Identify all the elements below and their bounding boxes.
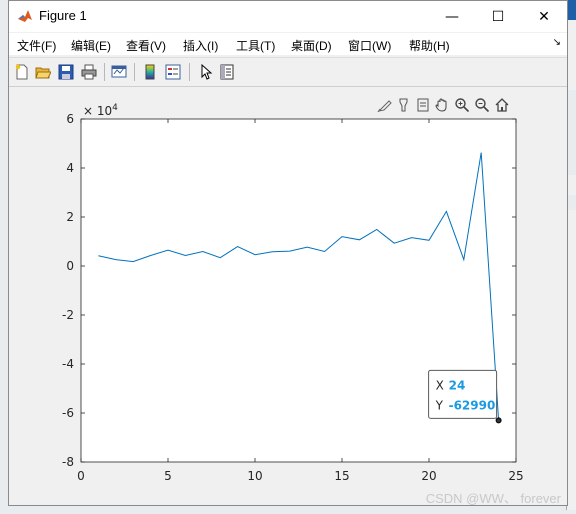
datatip-y-label: Y [435,398,444,412]
y-tick-label: -2 [62,308,74,322]
watermark-text: CSDN @WW、 forever [425,491,561,506]
datatip-y-value: -62990 [449,398,496,412]
y-tick-label: 4 [66,161,74,175]
y-exponent-label: × 104 [83,103,118,118]
x-tick-label: 0 [77,469,85,483]
y-tick-label: 6 [66,112,74,126]
y-tick-label: 0 [66,259,74,273]
datatip-x-label: X [436,378,444,392]
figure-window: Figure 1 — ☐ ✕ 文件(F) 编辑(E) 查看(V) 插入(I) 工… [8,0,568,506]
datatip-box[interactable]: X 24 Y -62990 [428,369,498,419]
y-tick-label: -6 [62,406,74,420]
y-tick-label: -4 [62,357,74,371]
y-tick-label: 2 [66,210,74,224]
y-tick-label: -8 [62,455,74,469]
x-tick-label: 10 [247,469,262,483]
datatip-x-value: 24 [449,378,466,392]
datatip-marker[interactable] [495,417,502,424]
x-tick-label: 15 [334,469,349,483]
x-tick-label: 25 [508,469,523,483]
x-tick-label: 20 [421,469,436,483]
plot-svg: -8-6-4-20246 0 5 10 15 20 25 × 104 X 24 Y -62… [62,103,524,483]
x-tick-label: 5 [164,469,172,483]
